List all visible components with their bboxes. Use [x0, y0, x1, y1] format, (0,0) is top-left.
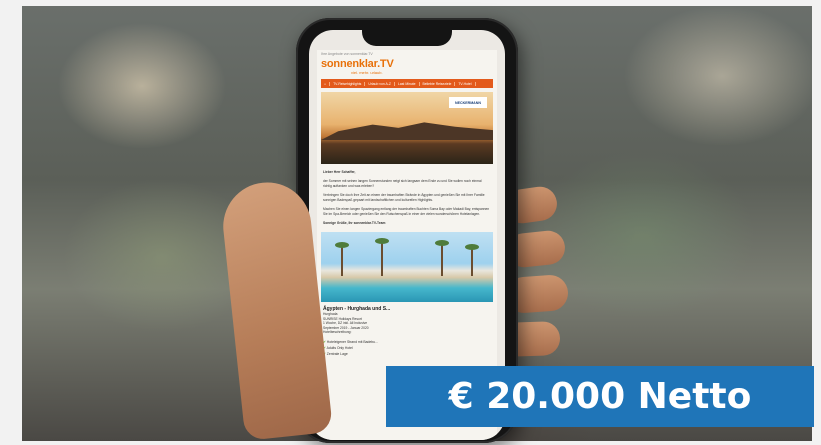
- nav-item[interactable]: TV-Reisehighlights: [330, 81, 366, 86]
- palm-leaves: [335, 242, 349, 248]
- palm-leaves: [435, 240, 449, 246]
- palm-leaves: [465, 244, 479, 250]
- feature-label: Zentrale Lage: [326, 351, 348, 356]
- nav-item[interactable]: TV-Hotel: [455, 81, 476, 86]
- palm-tree: [471, 248, 473, 276]
- partner-logo: NECKERMANN: [449, 97, 487, 108]
- brand-tagline: viel. mehr. urlaub.: [351, 70, 383, 75]
- email-body: Lieber Herr Schaffer, der Sommer mit sei…: [317, 164, 497, 226]
- email-nav: ⌂ TV-Reisehighlights Urlaub von A-Z Last…: [321, 79, 493, 88]
- palm-tree: [381, 242, 383, 276]
- nav-item[interactable]: Beliebte Reiseziele: [420, 81, 456, 86]
- mountain-silhouette: [321, 122, 493, 140]
- nav-item[interactable]: Last Minute: [395, 81, 420, 86]
- paragraph: Machen Sie einen langen Spaziergang entl…: [323, 207, 490, 216]
- palm-tree: [341, 246, 343, 276]
- nav-item[interactable]: Urlaub von A-Z: [365, 81, 395, 86]
- feature-item: ✔ Zentrale Lage: [317, 351, 497, 357]
- signature: Sonnige Grüße, Ihr sonnenklar.TV-Team: [323, 221, 386, 225]
- hero-image-nile[interactable]: NECKERMANN: [321, 92, 493, 164]
- feature-label: Adults Only Hotel: [326, 345, 353, 350]
- image-frame: Ihre Angebote von sonnenklar.TV sonnenkl…: [0, 0, 821, 445]
- brand-logo[interactable]: sonnenklar.TV viel. mehr. urlaub.: [317, 56, 497, 75]
- phone-notch: [362, 28, 452, 46]
- greeting: Lieber Herr Schaffer,: [323, 170, 356, 174]
- home-icon[interactable]: ⌂: [321, 81, 331, 86]
- palm-tree: [441, 244, 443, 276]
- offer-block: Ägypten - Hurghada und S... Hurghada SUN…: [317, 302, 497, 339]
- brand-name: sonnenklar.TV: [321, 58, 394, 70]
- hero-image-resort[interactable]: [321, 232, 493, 302]
- feature-label: Hoteleigener Strand mit Badebu...: [326, 339, 378, 344]
- price-badge: € 20.000 Netto: [386, 366, 814, 427]
- paragraph: der Sommer mit seinen langen Sonnenstund…: [323, 179, 482, 188]
- paragraph: Verbringen Sie doch Ihre Zeit an einem d…: [323, 193, 485, 202]
- palm-leaves: [375, 238, 389, 244]
- offer-line: Hotelbeschreibung:: [323, 330, 352, 335]
